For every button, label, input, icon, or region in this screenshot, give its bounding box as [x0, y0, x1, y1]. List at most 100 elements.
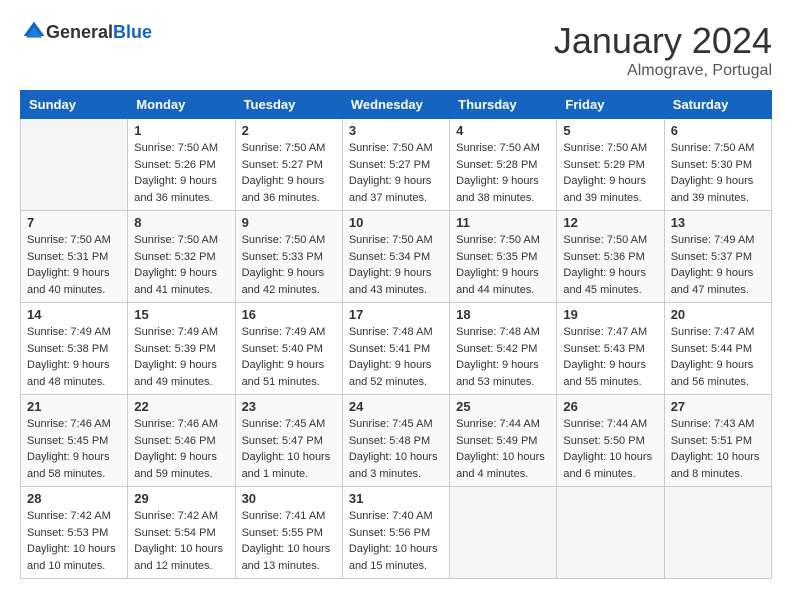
day-info: Sunrise: 7:50 AMSunset: 5:34 PMDaylight:…: [349, 232, 443, 298]
day-cell: 11 Sunrise: 7:50 AMSunset: 5:35 PMDayligh…: [450, 211, 557, 303]
day-number: 2: [242, 123, 336, 138]
day-cell: [21, 119, 128, 211]
day-cell: 31 Sunrise: 7:40 AMSunset: 5:56 PMDayligh…: [342, 487, 449, 579]
day-info: Sunrise: 7:50 AMSunset: 5:27 PMDaylight:…: [242, 140, 336, 206]
day-info: Sunrise: 7:48 AMSunset: 5:42 PMDaylight:…: [456, 324, 550, 390]
day-cell: 23 Sunrise: 7:45 AMSunset: 5:47 PMDayligh…: [235, 395, 342, 487]
day-cell: 5 Sunrise: 7:50 AMSunset: 5:29 PMDaylight…: [557, 119, 664, 211]
logo-general: General: [46, 22, 113, 42]
day-number: 27: [671, 399, 765, 414]
day-cell: 7 Sunrise: 7:50 AMSunset: 5:31 PMDaylight…: [21, 211, 128, 303]
day-number: 3: [349, 123, 443, 138]
day-info: Sunrise: 7:50 AMSunset: 5:27 PMDaylight:…: [349, 140, 443, 206]
day-number: 13: [671, 215, 765, 230]
day-cell: 25 Sunrise: 7:44 AMSunset: 5:49 PMDayligh…: [450, 395, 557, 487]
day-cell: 27Sunrise: 7:43 AMSunset: 5:51 PMDayligh…: [664, 395, 771, 487]
day-info: Sunrise: 7:48 AMSunset: 5:41 PMDaylight:…: [349, 324, 443, 390]
day-number: 26: [563, 399, 657, 414]
day-info: Sunrise: 7:50 AMSunset: 5:29 PMDaylight:…: [563, 140, 657, 206]
day-info: Sunrise: 7:41 AMSunset: 5:55 PMDaylight:…: [242, 508, 336, 574]
day-cell: 13 Sunrise: 7:49 AMSunset: 5:37 PMDayligh…: [664, 211, 771, 303]
day-cell: 9Sunrise: 7:50 AMSunset: 5:33 PMDaylight…: [235, 211, 342, 303]
day-cell: 20 Sunrise: 7:47 AMSunset: 5:44 PMDayligh…: [664, 303, 771, 395]
week-row-4: 21Sunrise: 7:46 AMSunset: 5:45 PMDayligh…: [21, 395, 772, 487]
day-info: Sunrise: 7:50 AMSunset: 5:26 PMDaylight:…: [134, 140, 228, 206]
day-cell: 26 Sunrise: 7:44 AMSunset: 5:50 PMDayligh…: [557, 395, 664, 487]
day-info: Sunrise: 7:49 AMSunset: 5:39 PMDaylight:…: [134, 324, 228, 390]
day-info: Sunrise: 7:49 AMSunset: 5:38 PMDaylight:…: [27, 324, 121, 390]
day-info: Sunrise: 7:50 AMSunset: 5:32 PMDaylight:…: [134, 232, 228, 298]
day-number: 11: [456, 215, 550, 230]
day-info: Sunrise: 7:50 AMSunset: 5:30 PMDaylight:…: [671, 140, 765, 206]
week-row-1: 1 Sunrise: 7:50 AMSunset: 5:26 PMDaylight…: [21, 119, 772, 211]
day-number: 1: [134, 123, 228, 138]
day-number: 24: [349, 399, 443, 414]
day-info: Sunrise: 7:50 AMSunset: 5:31 PMDaylight:…: [27, 232, 121, 298]
day-number: 21: [27, 399, 121, 414]
day-cell: 3 Sunrise: 7:50 AMSunset: 5:27 PMDaylight…: [342, 119, 449, 211]
day-cell: 6 Sunrise: 7:50 AMSunset: 5:30 PMDaylight…: [664, 119, 771, 211]
day-cell: 29Sunrise: 7:42 AMSunset: 5:54 PMDayligh…: [128, 487, 235, 579]
day-info: Sunrise: 7:44 AMSunset: 5:50 PMDaylight:…: [563, 416, 657, 482]
day-number: 29: [134, 491, 228, 506]
day-info: Sunrise: 7:50 AMSunset: 5:28 PMDaylight:…: [456, 140, 550, 206]
day-number: 16: [242, 307, 336, 322]
day-number: 18: [456, 307, 550, 322]
location: Almograve, Portugal: [554, 62, 772, 80]
logo: GeneralBlue: [20, 20, 152, 44]
day-cell: 14 Sunrise: 7:49 AMSunset: 5:38 PMDayligh…: [21, 303, 128, 395]
day-cell: 19Sunrise: 7:47 AMSunset: 5:43 PMDayligh…: [557, 303, 664, 395]
logo-icon: [22, 20, 46, 44]
day-number: 23: [242, 399, 336, 414]
day-info: Sunrise: 7:40 AMSunset: 5:56 PMDaylight:…: [349, 508, 443, 574]
day-cell: 18 Sunrise: 7:48 AMSunset: 5:42 PMDayligh…: [450, 303, 557, 395]
day-info: Sunrise: 7:45 AMSunset: 5:48 PMDaylight:…: [349, 416, 443, 482]
header-day-monday: Monday: [128, 91, 235, 119]
day-cell: 21Sunrise: 7:46 AMSunset: 5:45 PMDayligh…: [21, 395, 128, 487]
header-day-saturday: Saturday: [664, 91, 771, 119]
title-section: January 2024 Almograve, Portugal: [554, 20, 772, 80]
day-number: 25: [456, 399, 550, 414]
day-number: 20: [671, 307, 765, 322]
day-number: 12: [563, 215, 657, 230]
day-number: 7: [27, 215, 121, 230]
header-day-wednesday: Wednesday: [342, 91, 449, 119]
day-info: Sunrise: 7:47 AMSunset: 5:44 PMDaylight:…: [671, 324, 765, 390]
month-title: January 2024: [554, 20, 772, 62]
day-number: 30: [242, 491, 336, 506]
day-cell: 1 Sunrise: 7:50 AMSunset: 5:26 PMDaylight…: [128, 119, 235, 211]
day-cell: 2 Sunrise: 7:50 AMSunset: 5:27 PMDaylight…: [235, 119, 342, 211]
day-cell: 8 Sunrise: 7:50 AMSunset: 5:32 PMDaylight…: [128, 211, 235, 303]
header-day-tuesday: Tuesday: [235, 91, 342, 119]
day-number: 14: [27, 307, 121, 322]
day-cell: [664, 487, 771, 579]
header-day-sunday: Sunday: [21, 91, 128, 119]
day-number: 10: [349, 215, 443, 230]
day-cell: 24 Sunrise: 7:45 AMSunset: 5:48 PMDayligh…: [342, 395, 449, 487]
day-cell: 10 Sunrise: 7:50 AMSunset: 5:34 PMDayligh…: [342, 211, 449, 303]
day-cell: 17Sunrise: 7:48 AMSunset: 5:41 PMDayligh…: [342, 303, 449, 395]
day-info: Sunrise: 7:49 AMSunset: 5:37 PMDaylight:…: [671, 232, 765, 298]
day-cell: 30 Sunrise: 7:41 AMSunset: 5:55 PMDayligh…: [235, 487, 342, 579]
day-number: 19: [563, 307, 657, 322]
day-cell: 12Sunrise: 7:50 AMSunset: 5:36 PMDayligh…: [557, 211, 664, 303]
day-number: 22: [134, 399, 228, 414]
day-cell: 4 Sunrise: 7:50 AMSunset: 5:28 PMDaylight…: [450, 119, 557, 211]
day-number: 5: [563, 123, 657, 138]
day-cell: 22Sunrise: 7:46 AMSunset: 5:46 PMDayligh…: [128, 395, 235, 487]
day-cell: [557, 487, 664, 579]
day-number: 31: [349, 491, 443, 506]
day-number: 8: [134, 215, 228, 230]
header-day-thursday: Thursday: [450, 91, 557, 119]
week-row-3: 14 Sunrise: 7:49 AMSunset: 5:38 PMDayligh…: [21, 303, 772, 395]
day-info: Sunrise: 7:44 AMSunset: 5:49 PMDaylight:…: [456, 416, 550, 482]
day-info: Sunrise: 7:50 AMSunset: 5:35 PMDaylight:…: [456, 232, 550, 298]
day-info: Sunrise: 7:45 AMSunset: 5:47 PMDaylight:…: [242, 416, 336, 482]
day-info: Sunrise: 7:50 AMSunset: 5:33 PMDaylight:…: [242, 232, 336, 298]
day-number: 6: [671, 123, 765, 138]
calendar-table: SundayMondayTuesdayWednesdayThursdayFrid…: [20, 90, 772, 579]
day-info: Sunrise: 7:49 AMSunset: 5:40 PMDaylight:…: [242, 324, 336, 390]
day-cell: [450, 487, 557, 579]
day-number: 4: [456, 123, 550, 138]
day-cell: 16 Sunrise: 7:49 AMSunset: 5:40 PMDayligh…: [235, 303, 342, 395]
